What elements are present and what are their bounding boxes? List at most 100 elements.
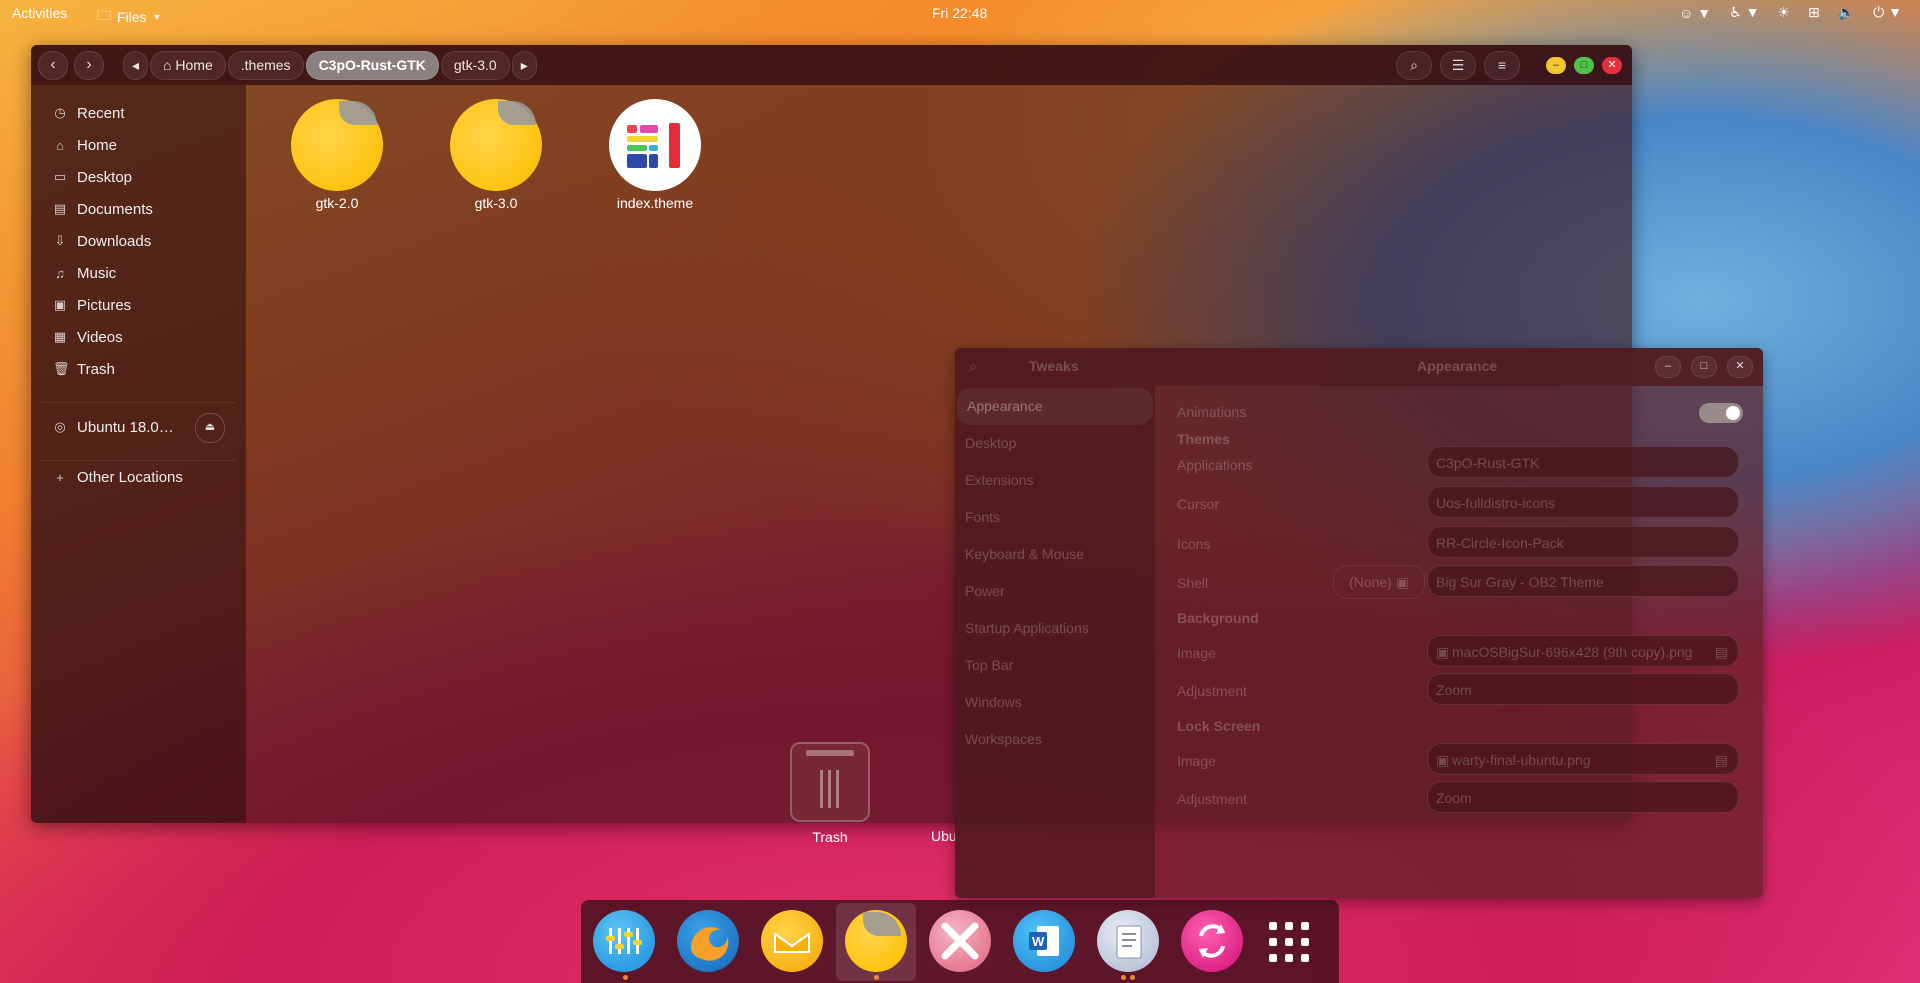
firefox-app-icon[interactable] <box>677 910 739 972</box>
disc-icon: ◎ <box>54 419 66 434</box>
sidebar-item-downloads[interactable]: ⇩ Downloads <box>31 225 246 257</box>
animations-toggle[interactable] <box>1699 403 1743 423</box>
tweaks-nav-keyboard-mouse[interactable]: Keyboard & Mouse <box>955 536 1155 573</box>
volume-icon[interactable]: 🔈 <box>1838 4 1855 21</box>
sidebar-item-music[interactable]: ♫ Music <box>31 257 246 289</box>
app-menu[interactable]: 🗀 Files ▼ <box>97 5 161 29</box>
tweaks-nav-windows[interactable]: Windows <box>955 684 1155 721</box>
indicator-icon[interactable]: ☺ ▼ <box>1679 5 1711 21</box>
breadcrumb-home[interactable]: ⌂ Home <box>150 51 226 80</box>
desktop-trash-label: Trash <box>812 829 848 845</box>
icons-label: Icons <box>1177 536 1211 552</box>
desktop-trash[interactable]: Trash <box>782 742 878 845</box>
tweaks-maximize-button[interactable]: □ <box>1691 356 1717 378</box>
applications-label: Applications <box>1177 457 1253 473</box>
chevron-down-icon: ▼ <box>152 12 162 22</box>
applications-select[interactable]: C3pO-Rust-GTK <box>1427 446 1739 478</box>
sidebar-item-recent[interactable]: ◷ Recent <box>31 97 246 129</box>
bg-adjust-select[interactable]: Zoom <box>1427 673 1739 705</box>
files-app-icon[interactable] <box>845 910 907 972</box>
activities-button[interactable]: Activities <box>12 5 67 21</box>
sidebar-item-device[interactable]: ◎ Ubuntu 18.0… ⏏ <box>31 411 246 443</box>
file-item-gtk2[interactable]: gtk-2.0 <box>277 99 397 211</box>
hamburger-icon: ≡ <box>1497 57 1507 73</box>
text-editor-app-icon[interactable] <box>1097 910 1159 972</box>
cursor-select[interactable]: Uos-fulldistro-icons <box>1427 486 1739 518</box>
minimize-button[interactable]: – <box>1546 57 1566 74</box>
system-tray: ☺ ▼ ♿ ▼ ☀ ⊞ 🔈 ⏻ ▼ <box>1679 4 1902 21</box>
shell-select[interactable]: Big Sur Gray - OB2 Theme <box>1427 565 1739 597</box>
breadcrumb-current[interactable]: C3pO-Rust-GTK <box>305 51 439 80</box>
eject-button[interactable]: ⏏ <box>195 413 225 443</box>
header-actions: ⌕ ☰ ≡ – □ ✕ <box>1396 51 1622 80</box>
close-button[interactable]: ✕ <box>1602 57 1622 74</box>
tweaks-nav-startup[interactable]: Startup Applications <box>955 610 1155 647</box>
show-apps-button[interactable] <box>1267 920 1311 964</box>
breadcrumb-gtk3[interactable]: gtk-3.0 <box>440 51 510 80</box>
tweaks-nav-power[interactable]: Power <box>955 573 1155 610</box>
brightness-icon[interactable]: ☀ <box>1777 4 1790 21</box>
sidebar-item-trash[interactable]: 🗑 Trash <box>31 353 246 385</box>
tweaks-sidebar: Appearance Desktop Extensions Fonts Keyb… <box>955 386 1155 898</box>
breadcrumb-scroll-right[interactable]: ▸ <box>511 51 537 80</box>
tweaks-close-button[interactable]: ✕ <box>1727 356 1753 378</box>
list-view-icon: ☰ <box>1451 57 1465 73</box>
clock[interactable]: Fri 22:48 <box>932 5 987 21</box>
running-indicator <box>623 975 628 980</box>
forward-button[interactable]: › <box>74 51 104 80</box>
sync-app-icon[interactable] <box>1181 910 1243 972</box>
running-indicator <box>874 975 879 980</box>
file-item-index-theme[interactable]: index.theme <box>595 99 715 211</box>
word-app-icon[interactable]: W <box>1013 910 1075 972</box>
sidebar-item-pictures[interactable]: ▣ Pictures <box>31 289 246 321</box>
chevron-right-icon: › <box>86 56 92 73</box>
home-icon: ⌂ <box>56 137 64 153</box>
network-icon[interactable]: ⊞ <box>1808 4 1820 21</box>
maximize-icon: □ <box>1580 59 1588 71</box>
tweaks-nav-fonts[interactable]: Fonts <box>955 499 1155 536</box>
breadcrumb-scroll-left[interactable]: ◂ <box>123 51 149 80</box>
crossed-app-icon[interactable] <box>929 910 991 972</box>
tweaks-minimize-button[interactable]: – <box>1655 356 1681 378</box>
file-item-gtk3[interactable]: gtk-3.0 <box>436 99 556 211</box>
menu-button[interactable]: ≡ <box>1484 51 1520 80</box>
sidebar-item-other-locations[interactable]: + Other Locations <box>31 461 246 493</box>
back-button[interactable]: ‹ <box>38 51 68 80</box>
triangle-left-icon: ◂ <box>132 57 140 73</box>
tweaks-nav-desktop[interactable]: Desktop <box>955 425 1155 462</box>
tweaks-nav-extensions[interactable]: Extensions <box>955 462 1155 499</box>
sidebar-item-home[interactable]: ⌂ Home <box>31 129 246 161</box>
document-icon: ▤ <box>53 201 67 216</box>
breadcrumb-themes[interactable]: .themes <box>227 51 304 80</box>
power-icon[interactable]: ⏻ ▼ <box>1873 4 1902 21</box>
running-indicator <box>1130 975 1135 980</box>
desktop-ubuntu-label[interactable]: Ubu <box>931 828 957 844</box>
tweaks-app-title: Tweaks <box>1029 358 1079 374</box>
cursor-label: Cursor <box>1177 496 1220 512</box>
search-icon[interactable]: ⌕ <box>969 358 977 375</box>
mail-app-icon[interactable] <box>761 910 823 972</box>
file-chooser-icon: ▣ <box>1395 574 1409 590</box>
lock-adjust-label: Adjustment <box>1177 791 1248 807</box>
sidebar-item-desktop[interactable]: ▭ Desktop <box>31 161 246 193</box>
shell-none-button[interactable]: (None) ▣ <box>1333 565 1425 599</box>
minimize-icon: – <box>1552 59 1560 71</box>
sidebar-item-videos[interactable]: ▦ Videos <box>31 321 246 353</box>
accessibility-icon[interactable]: ♿ ▼ <box>1729 4 1759 21</box>
tweaks-headerbar: ⌕ Tweaks Appearance – □ ✕ <box>955 348 1763 386</box>
tweaks-nav-appearance[interactable]: Appearance <box>957 388 1153 425</box>
lock-image-chooser[interactable]: ▣ warty-final-ubuntu.png ▤ <box>1427 743 1739 775</box>
mixer-app-icon[interactable] <box>593 910 655 972</box>
tweaks-nav-workspaces[interactable]: Workspaces <box>955 721 1155 758</box>
sidebar-item-documents[interactable]: ▤ Documents <box>31 193 246 225</box>
lock-adjust-select[interactable]: Zoom <box>1427 781 1739 813</box>
view-toggle-button[interactable]: ☰ <box>1440 51 1476 80</box>
breadcrumb: ◂ ⌂ Home .themes C3pO-Rust-GTK gtk-3.0 ▸ <box>123 51 537 80</box>
maximize-button[interactable]: □ <box>1574 57 1594 74</box>
tweaks-nav-top-bar[interactable]: Top Bar <box>955 647 1155 684</box>
bg-image-chooser[interactable]: ▣ macOSBigSur-696x428 (9th copy).png ▤ <box>1427 635 1739 667</box>
search-button[interactable]: ⌕ <box>1396 51 1432 80</box>
icons-select[interactable]: RR-Circle-Icon-Pack <box>1427 526 1739 558</box>
file-name: gtk-2.0 <box>315 195 359 211</box>
tweaks-window: ⌕ Tweaks Appearance – □ ✕ Appearance Des… <box>955 348 1763 898</box>
